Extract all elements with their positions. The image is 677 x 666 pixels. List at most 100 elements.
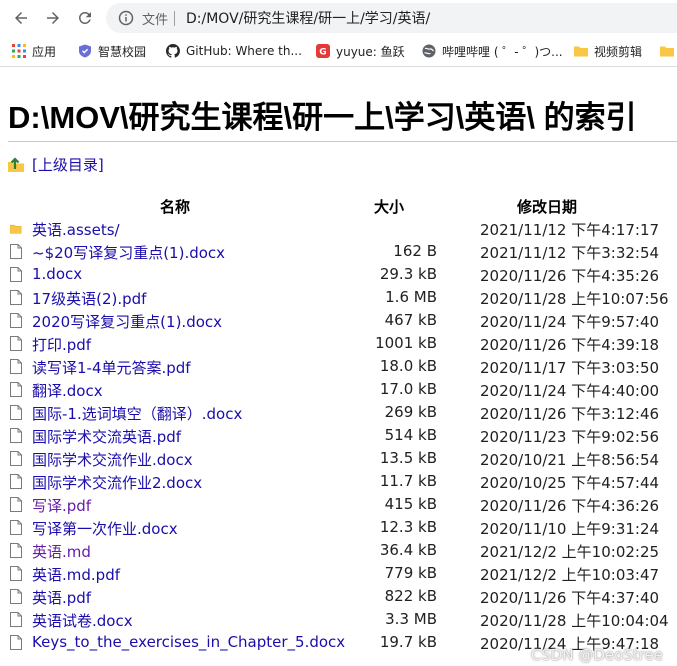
file-modified-date: 2021/12/2 上午10:02:25 [480,543,660,561]
file-size: 18.0 kB [379,357,437,375]
file-icon [10,290,22,305]
file-name-link[interactable]: 写译.pdf [32,495,91,516]
file-size: 1001 kB [375,334,437,352]
file-icon [10,336,22,351]
folder-icon [660,46,674,57]
apps-grid-icon [12,44,26,58]
file-name-link[interactable]: 英语试卷.docx [32,610,133,631]
file-icon [10,313,22,328]
bookmark-apps[interactable]: 应用 [12,42,56,60]
file-row: 国际-1.选词填空（翻译）.docx 269 kB 2020/11/26 下午3:1… [0,402,677,425]
file-name-link[interactable]: 读写译1-4单元答案.pdf [32,357,191,378]
file-modified-date: 2020/11/24 下午9:57:40 [480,313,660,331]
file-icon [10,474,22,489]
globe-icon [422,44,436,58]
column-header-modified[interactable]: 修改日期 [517,196,577,217]
file-icon [10,428,22,443]
file-modified-date: 2020/11/26 下午4:35:26 [480,267,660,285]
reload-icon [78,11,91,24]
file-row: 读写译1-4单元答案.pdf 18.0 kB 2020/11/17 下午3:03:5… [0,356,677,379]
file-row: 英语试卷.docx 3.3 MB 2020/11/28 上午10:04:04 [0,609,677,632]
arrow-right-icon [47,12,59,24]
file-modified-date: 2020/10/21 上午8:56:54 [480,451,660,469]
file-size: 415 kB [384,495,437,513]
file-name-link[interactable]: 国际学术交流英语.pdf [32,426,181,447]
file-name-link[interactable]: 英语.assets/ [32,219,120,240]
file-icon [10,244,22,259]
file-name-link[interactable]: 英语.md.pdf [32,564,120,585]
file-name-link[interactable]: 17级英语(2).pdf [32,288,146,309]
file-row: 翻译.docx 17.0 kB 2020/11/24 下午4:40:00 [0,379,677,402]
file-icon [10,382,22,397]
file-row: 国际学术交流作业2.docx 11.7 kB 2020/10/25 下午4:57:4… [0,471,677,494]
bookmark-label: yuyue: 鱼跃 [336,44,405,59]
file-icon [10,497,22,512]
bookmark-folder-overflow[interactable] [660,42,677,60]
file-icon [10,612,22,627]
bookmark-video-editing[interactable]: 视频剪辑 [574,42,642,60]
file-modified-date: 2020/11/26 下午4:39:18 [480,336,660,354]
bookmark-yuyue[interactable]: G yuyue: 鱼跃 [316,42,405,60]
file-name-link[interactable]: 国际-1.选词填空（翻译）.docx [32,403,242,424]
bookmark-label: GitHub: Where th... [186,44,302,58]
file-size: 779 kB [384,564,437,582]
file-size: 3.3 MB [385,610,437,628]
file-modified-date: 2021/12/2 上午10:03:47 [480,566,660,584]
file-size: 19.7 kB [379,633,437,651]
file-modified-date: 2020/11/10 上午9:31:24 [480,520,660,538]
forward-button[interactable] [41,6,65,30]
file-size: 269 kB [384,403,437,421]
file-size: 467 kB [384,311,437,329]
file-modified-date: 2020/10/25 下午4:57:44 [480,474,660,492]
file-name-link[interactable]: 翻译.docx [32,380,103,401]
column-header-size[interactable]: 大小 [374,196,404,217]
column-header-name[interactable]: 名称 [160,196,190,217]
red-favicon-icon: G [316,44,330,58]
parent-directory-link[interactable]: [上级目录] [8,154,104,174]
folder-icon [10,224,22,234]
file-name-link[interactable]: 英语.md [32,541,91,562]
file-name-link[interactable]: 国际学术交流作业2.docx [32,472,202,493]
svg-text:G: G [319,48,326,58]
file-name-link[interactable]: 打印.pdf [32,334,91,355]
folder-icon [574,46,588,57]
bookmark-github[interactable]: GitHub: Where th... [166,42,302,60]
file-icon [10,267,22,282]
info-icon[interactable] [118,10,134,26]
file-name-link[interactable]: 国际学术交流作业.docx [32,449,193,470]
file-name-link[interactable]: 英语.pdf [32,587,91,608]
file-size: 514 kB [384,426,437,444]
file-name-link[interactable]: 2020写译复习重点(1).docx [32,311,222,332]
file-size: 1.6 MB [385,288,437,306]
file-icon [10,543,22,558]
file-modified-date: 2021/11/12 下午4:17:17 [480,221,660,239]
file-icon [10,520,22,535]
omnibox-divider [174,11,175,26]
file-name-link[interactable]: 1.docx [32,265,82,283]
file-name-link[interactable]: Keys_to_the_exercises_in_Chapter_5.docx [32,633,345,651]
github-icon [166,44,180,58]
reload-button[interactable] [73,6,97,30]
file-icon [10,359,22,374]
file-row: ~$20写译复习重点(1).docx 162 B 2021/11/12 下午3:32… [0,241,677,264]
url-text[interactable]: D:/MOV/研究生课程/研一上/学习/英语/ [186,8,430,28]
file-size: 29.3 kB [379,265,437,283]
file-name-link[interactable]: 写译第一次作业.docx [32,518,178,539]
file-size: 12.3 kB [379,518,437,536]
bookmark-smart-campus[interactable]: 智慧校园 [78,42,146,60]
file-row: 写译第一次作业.docx 12.3 kB 2020/11/10 上午9:31:24 [0,517,677,540]
file-size: 17.0 kB [379,380,437,398]
parent-link-text[interactable]: [上级目录] [32,154,104,175]
address-bar[interactable]: 文件 D:/MOV/研究生课程/研一上/学习/英语/ [106,3,677,33]
browser-toolbar: 文件 D:/MOV/研究生课程/研一上/学习/英语/ [0,0,677,36]
file-name-link[interactable]: ~$20写译复习重点(1).docx [32,242,225,263]
file-row: 英语.assets/2021/11/12 下午4:17:17 [0,218,677,241]
file-modified-date: 2021/11/12 下午3:32:54 [480,244,660,262]
back-button[interactable] [9,6,33,30]
file-modified-date: 2020/11/24 下午4:40:00 [480,382,660,400]
file-row: 17级英语(2).pdf 1.6 MB 2020/11/28 上午10:07:56 [0,287,677,310]
bookmark-bilibili[interactable]: 哔哩哔哩 ( ゜- ゜)つ... [422,42,563,60]
file-modified-date: 2020/11/23 下午9:02:56 [480,428,660,446]
file-size: 162 B [393,242,437,260]
file-icon [10,589,22,604]
